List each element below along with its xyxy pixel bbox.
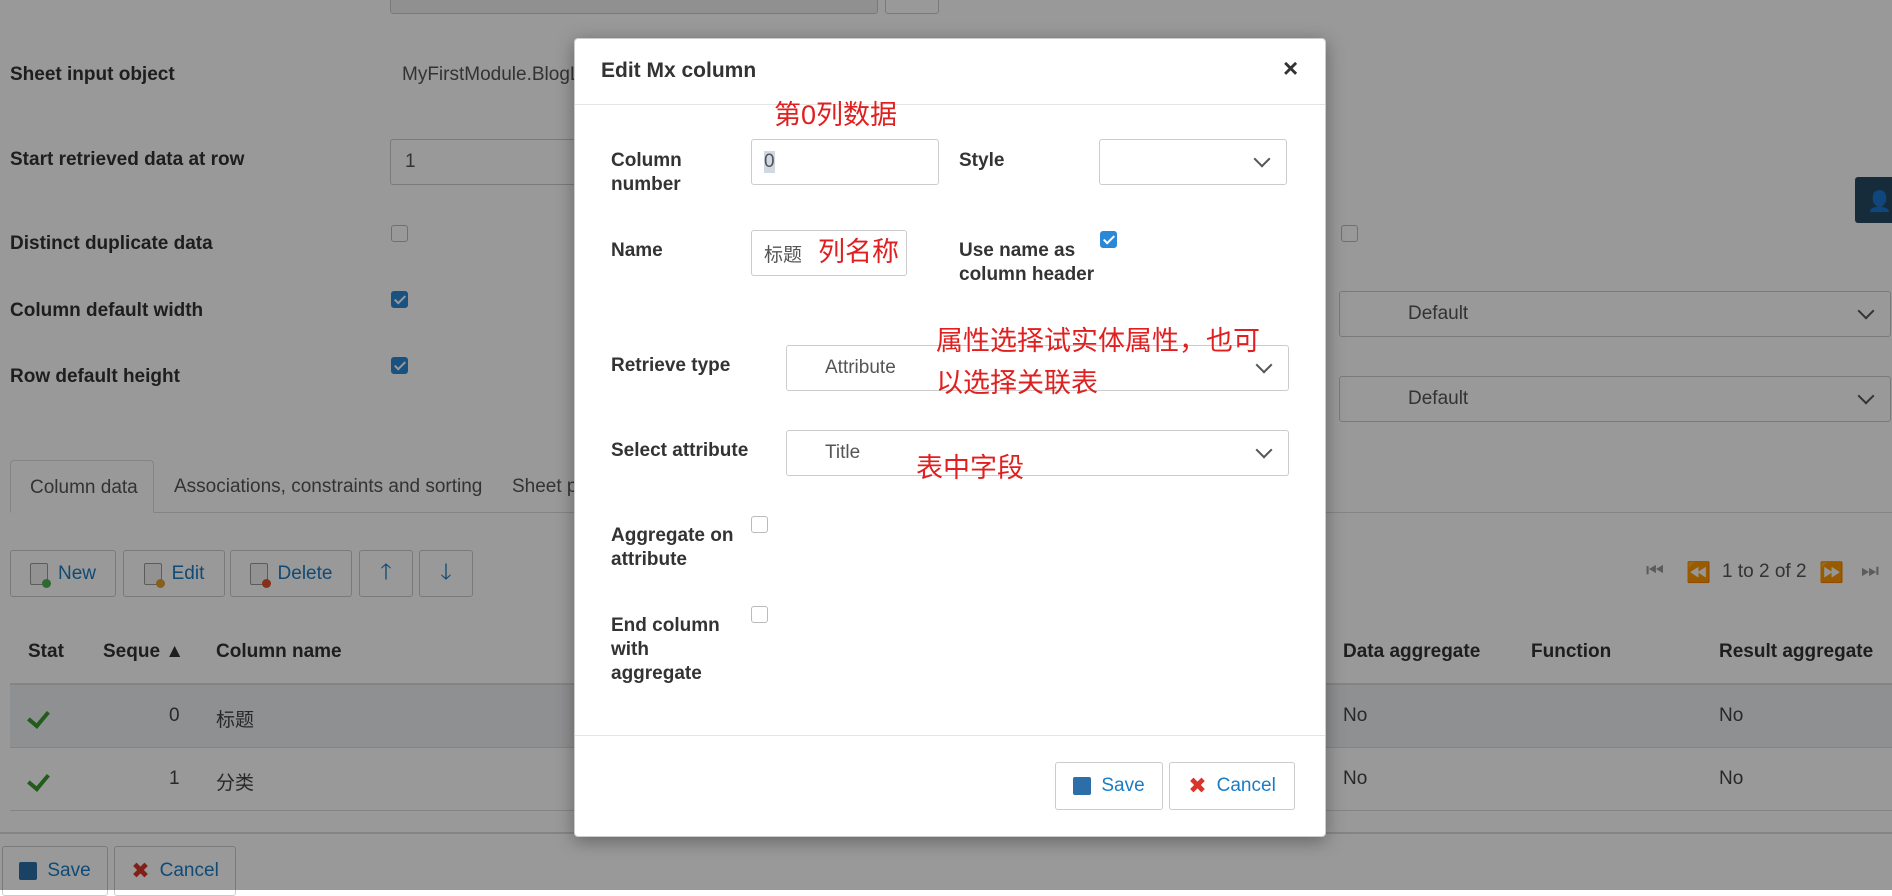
aggregate-checkbox[interactable] — [751, 516, 768, 533]
dialog-save-label: Save — [1101, 775, 1145, 796]
style-label: Style — [959, 150, 1005, 171]
close-icon[interactable]: × — [1283, 53, 1298, 84]
retrieve-type-label: Retrieve type — [611, 355, 731, 376]
dialog-footer-divider — [575, 735, 1325, 736]
annotation-col0: 第0列数据 — [774, 100, 898, 130]
use-name-label: Use name as column header — [959, 240, 1095, 285]
name-label: Name — [611, 240, 663, 261]
style-select[interactable] — [1099, 139, 1287, 185]
name-value: 标题 — [764, 244, 803, 266]
column-number-input[interactable]: 0 — [751, 139, 939, 185]
chevron-down-icon — [1255, 441, 1273, 459]
select-attribute-select[interactable]: Title — [786, 430, 1289, 476]
dialog-save-button[interactable]: Save — [1055, 762, 1163, 810]
aggregate-label: Aggregate on attribute — [611, 525, 734, 570]
column-number-value: 0 — [764, 151, 775, 173]
annotation-attr-line1: 属性选择试实体属性，也可 — [936, 326, 1260, 356]
dialog-cancel-button[interactable]: ✖ Cancel — [1169, 762, 1295, 810]
chevron-down-icon — [1253, 150, 1271, 168]
annotation-colname: 列名称 — [818, 237, 899, 267]
edit-column-dialog: Edit Mx column × Column number 0 Style N… — [574, 38, 1326, 837]
end-column-checkbox[interactable] — [751, 606, 768, 623]
select-attribute-label: Select attribute — [611, 440, 749, 461]
use-name-checkbox[interactable] — [1100, 231, 1117, 248]
select-attribute-value: Title — [825, 442, 861, 463]
retrieve-type-value: Attribute — [825, 357, 896, 378]
dialog-header-divider — [575, 104, 1325, 105]
x-icon: ✖ — [1188, 773, 1207, 798]
end-column-label: End column with aggregate — [611, 615, 720, 684]
column-number-label: Column number — [611, 150, 682, 195]
annotation-attr-line2: 以选择关联表 — [936, 368, 1098, 398]
floppy-icon — [1073, 777, 1092, 795]
dialog-cancel-label: Cancel — [1216, 775, 1276, 796]
annotation-field: 表中字段 — [916, 453, 1024, 483]
dialog-title: Edit Mx column — [601, 59, 757, 82]
